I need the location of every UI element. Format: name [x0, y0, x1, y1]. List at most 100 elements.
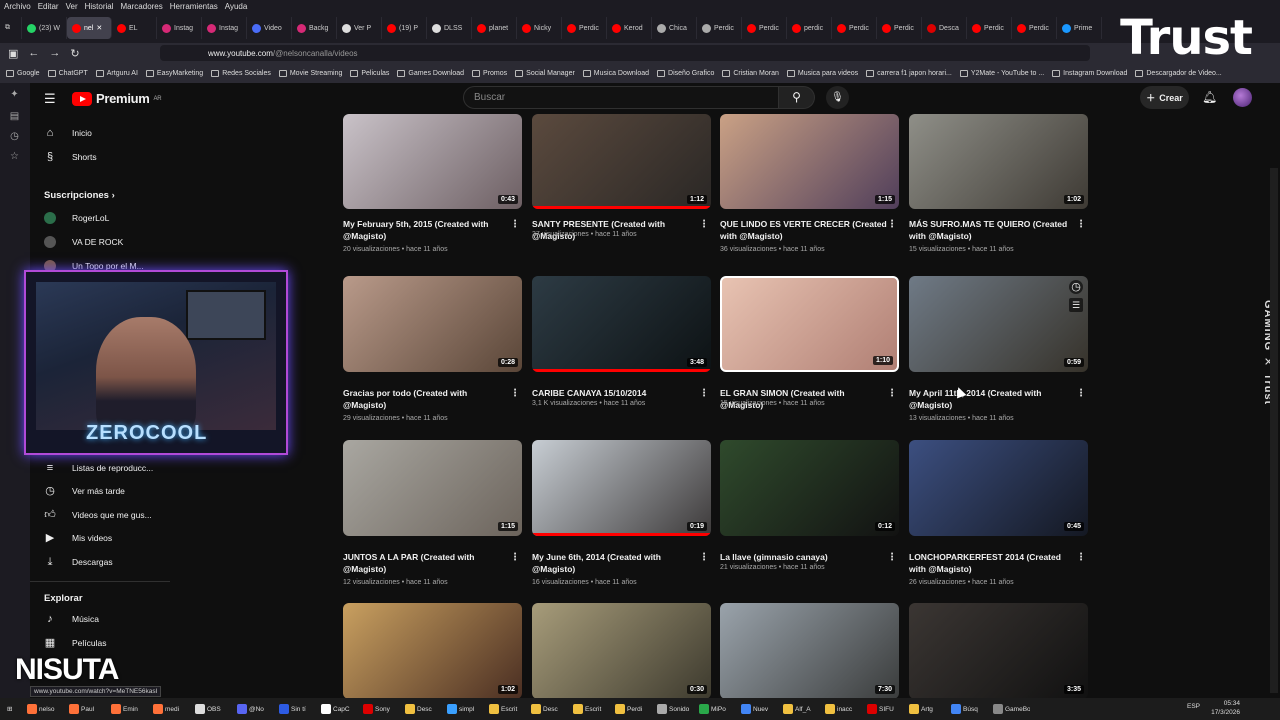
taskbar-item[interactable]: Alf_A — [780, 700, 820, 718]
video-title[interactable]: QUE LINDO ES VERTE CRECER (Created with … — [720, 218, 888, 242]
more-options-icon[interactable]: ⋮ — [887, 219, 897, 230]
bookmark-item[interactable]: Movie Streaming — [278, 69, 342, 77]
taskbar-item[interactable]: Nuev — [738, 700, 778, 718]
taskbar-item[interactable]: OBS — [192, 700, 232, 718]
video-card[interactable]: 0:59 ◷ ☰ My April 11th, 2014 (Created with … — [909, 276, 1088, 422]
taskbar-item[interactable]: Sin tí — [276, 700, 316, 718]
create-button[interactable]: ＋ Crear — [1140, 86, 1189, 109]
taskbar-item[interactable]: Escrit — [570, 700, 610, 718]
sidebar-item-playlists[interactable]: ≡ Listas de reproducc... — [44, 462, 164, 474]
browser-tab[interactable]: Nicky — [517, 17, 562, 39]
search-input[interactable]: Buscar — [463, 86, 779, 109]
taskbar-item[interactable]: CapC — [318, 700, 358, 718]
bookmark-item[interactable]: Cristian Moran — [722, 69, 779, 77]
sidebar-item-liked[interactable]: 👍︎ Videos que me gus... — [44, 509, 164, 521]
taskbar-item[interactable]: Sonido — [654, 700, 694, 718]
taskbar-item[interactable]: Escrit — [486, 700, 526, 718]
bookmark-item[interactable]: carrera f1 japon horari... — [866, 69, 952, 77]
language-indicator[interactable]: ESP — [1187, 702, 1200, 711]
video-thumbnail[interactable]: 3:48 — [532, 276, 711, 372]
more-options-icon[interactable]: ⋮ — [510, 552, 520, 563]
notifications-bell-icon[interactable]: 🔔︎ — [1202, 90, 1217, 104]
browser-tab[interactable]: Video — [247, 17, 292, 39]
taskbar-item[interactable]: Emin — [108, 700, 148, 718]
tab-list-icon[interactable]: ⧉ — [0, 17, 22, 39]
video-card[interactable]: 1:02 — [343, 603, 522, 713]
menu-item[interactable]: Editar — [38, 2, 59, 11]
menu-item[interactable]: Ayuda — [225, 2, 248, 11]
video-card[interactable]: 1:12 SANTY PRESENTE (Created with @Magist… — [532, 114, 711, 241]
sidebar-toggle-icon[interactable]: ▣ — [8, 47, 18, 60]
taskbar-item[interactable]: Sony — [360, 700, 400, 718]
menu-item[interactable]: Historial — [85, 2, 114, 11]
video-card[interactable]: 1:10 EL GRAN SIMON (Created with @Magisto… — [720, 276, 899, 410]
more-options-icon[interactable]: ⋮ — [699, 552, 709, 563]
video-card[interactable]: 0:12 La llave (gimnasio canaya) 21 visuali… — [720, 440, 899, 571]
video-card[interactable]: 0:43 My February 5th, 2015 (Created with … — [343, 114, 522, 253]
taskbar-item[interactable]: GameBox — [990, 700, 1030, 718]
video-card[interactable]: 0:19 My June 6th, 2014 (Created with @Mag… — [532, 440, 711, 586]
avatar[interactable] — [1233, 88, 1252, 107]
subscriptions-heading[interactable]: Suscripciones › — [44, 190, 115, 201]
mic-button[interactable]: 🎙︎ — [826, 86, 849, 109]
video-title[interactable]: My June 6th, 2014 (Created with @Magisto… — [532, 551, 700, 575]
taskbar-item[interactable]: simpl — [444, 700, 484, 718]
ai-icon[interactable]: ✦ — [9, 89, 20, 100]
video-thumbnail[interactable]: 0:43 — [343, 114, 522, 209]
video-title[interactable]: La llave (gimnasio canaya) — [720, 551, 888, 563]
video-title[interactable]: JUNTOS A LA PAR (Created with @Magisto) — [343, 551, 511, 575]
add-to-queue-icon[interactable]: ☰ — [1069, 298, 1083, 312]
menu-item[interactable]: Archivo — [4, 2, 31, 11]
bookmark-item[interactable]: Musica Download — [582, 69, 649, 77]
tabs-icon[interactable]: ▤ — [9, 111, 20, 122]
video-title[interactable]: My April 11th, 2014 (Created with @Magis… — [909, 387, 1077, 411]
video-card[interactable]: 1:02 MÁS SUFRO.MAS TE QUIERO (Created wit… — [909, 114, 1088, 253]
bookmark-item[interactable]: Y2Mate - YouTube to ... — [959, 69, 1044, 77]
browser-tab[interactable]: Perdic — [967, 17, 1012, 39]
sidebar-item-my-videos[interactable]: ▶ Mis videos — [44, 532, 164, 544]
browser-tab[interactable]: Perdic — [832, 17, 877, 39]
video-thumbnail[interactable]: 0:30 — [532, 603, 711, 699]
bookmark-item[interactable]: Google — [6, 69, 40, 77]
video-thumbnail[interactable]: 0:59 ◷ ☰ — [909, 276, 1088, 372]
browser-tab[interactable]: DLSS — [427, 17, 472, 39]
taskbar-item[interactable]: Paul — [66, 700, 106, 718]
browser-tab[interactable]: Kerod — [607, 17, 652, 39]
browser-tab[interactable]: Instag — [202, 17, 247, 39]
taskbar-item[interactable]: medi — [150, 700, 190, 718]
bookmark-item[interactable]: Peliculas — [350, 69, 389, 77]
taskbar-item[interactable]: inacc — [822, 700, 862, 718]
video-card[interactable]: 3:48 CARIBE CANAYA 15/10/2014 3,1 K visual… — [532, 276, 711, 407]
taskbar-item[interactable]: Búsq — [948, 700, 988, 718]
video-thumbnail[interactable]: 3:35 — [909, 603, 1088, 699]
bookmark-item[interactable]: Games Download — [397, 69, 464, 77]
video-thumbnail[interactable]: 1:15 — [343, 440, 522, 536]
back-icon[interactable]: ← — [28, 47, 39, 59]
bookmark-item[interactable]: Redes Sociales — [211, 69, 271, 77]
browser-tab[interactable]: planet — [472, 17, 517, 39]
video-card[interactable]: 7:30 — [720, 603, 899, 713]
taskbar-item[interactable]: nelso — [24, 700, 64, 718]
more-options-icon[interactable]: ⋮ — [1076, 219, 1086, 230]
system-clock[interactable]: ESP 05:34 17/3/2026 — [1187, 699, 1240, 717]
video-thumbnail[interactable]: 1:02 — [909, 114, 1088, 209]
watch-later-icon[interactable]: ◷ — [1069, 280, 1083, 294]
sidebar-item-watch-later[interactable]: ◷ Ver más tarde — [44, 485, 164, 497]
bookmark-item[interactable]: Descargador de Video... — [1135, 69, 1222, 77]
taskbar-item[interactable]: Desc — [402, 700, 442, 718]
menu-item[interactable]: Herramientas — [170, 2, 218, 11]
menu-item[interactable]: Ver — [66, 2, 78, 11]
search-button[interactable]: ⚲ — [779, 86, 815, 109]
browser-tab[interactable]: Perdic — [1012, 17, 1057, 39]
video-thumbnail[interactable]: 1:12 — [532, 114, 711, 209]
video-card[interactable]: 0:45 LONCHOPARKERFEST 2014 (Created with … — [909, 440, 1088, 586]
taskbar-item[interactable]: @No — [234, 700, 274, 718]
video-title[interactable]: My February 5th, 2015 (Created with @Mag… — [343, 218, 511, 242]
youtube-logo[interactable]: Premium AR — [72, 91, 162, 106]
more-options-icon[interactable]: ⋮ — [510, 219, 520, 230]
close-tab-icon[interactable]: ✕ — [96, 24, 102, 32]
browser-tab[interactable]: (23) W — [22, 17, 67, 39]
sidebar-item-music[interactable]: ♪ Música — [44, 613, 164, 625]
browser-tab[interactable]: Desca — [922, 17, 967, 39]
video-title[interactable]: SANTY PRESENTE (Created with @Magisto) — [532, 218, 700, 242]
